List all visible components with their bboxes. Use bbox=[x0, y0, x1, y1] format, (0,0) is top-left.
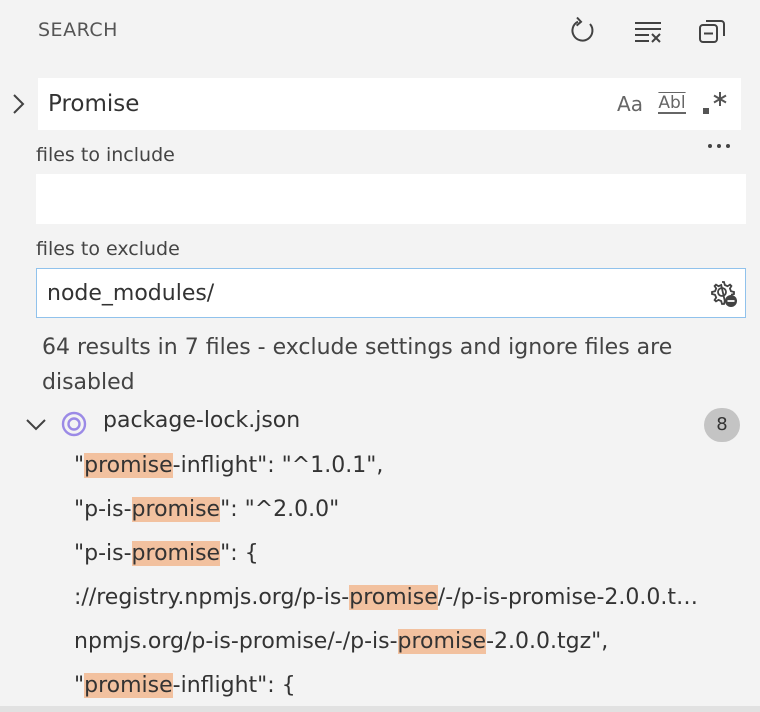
horizontal-scrollbar[interactable] bbox=[0, 706, 760, 712]
match-case-toggle[interactable]: Aa bbox=[615, 90, 645, 118]
match-line[interactable]: "promise-inflight": "^1.0.1", bbox=[74, 444, 754, 488]
match-prefix: " bbox=[74, 453, 85, 478]
exclude-field bbox=[36, 268, 746, 318]
match-line[interactable]: "p-is-promise": { bbox=[74, 532, 754, 576]
match-suffix: /-/p-is-promise-2.0.0.t… bbox=[437, 585, 699, 610]
chevron-down-icon[interactable] bbox=[24, 412, 48, 436]
match-prefix: "p-is- bbox=[74, 541, 132, 566]
match-suffix: -inflight": { bbox=[172, 673, 296, 698]
include-field bbox=[36, 174, 746, 224]
use-exclude-settings-icon[interactable] bbox=[709, 279, 739, 309]
match-suffix: -2.0.0.tgz", bbox=[486, 629, 609, 654]
match-highlight: promise bbox=[131, 541, 221, 566]
match-suffix: ": "^2.0.0" bbox=[220, 497, 340, 522]
match-highlight: promise bbox=[84, 453, 173, 478]
exclude-input[interactable] bbox=[47, 269, 687, 317]
match-prefix: "p-is- bbox=[74, 497, 132, 522]
search-input[interactable] bbox=[48, 78, 608, 130]
refresh-icon[interactable] bbox=[566, 14, 600, 48]
include-label: files to include bbox=[36, 144, 175, 166]
match-line[interactable]: "promise-inflight": { bbox=[74, 664, 754, 708]
search-header: SEARCH bbox=[0, 0, 760, 62]
match-prefix: " bbox=[74, 673, 85, 698]
match-highlight: promise bbox=[349, 585, 438, 610]
match-suffix: ": { bbox=[220, 541, 259, 566]
match-whole-word-label: Abl bbox=[658, 93, 686, 114]
match-count-badge: 8 bbox=[704, 408, 740, 442]
view-title: SEARCH bbox=[38, 19, 118, 41]
use-regex-toggle[interactable] bbox=[698, 88, 732, 120]
match-prefix: npmjs.org/p-is-promise/-/p-is- bbox=[74, 629, 398, 654]
file-name: package-lock.json bbox=[103, 408, 301, 433]
match-line[interactable]: "p-is-promise": "^2.0.0" bbox=[74, 488, 754, 532]
json-file-icon bbox=[60, 410, 88, 438]
file-result-row[interactable]: package-lock.json 8 bbox=[0, 402, 760, 446]
match-highlight: promise bbox=[397, 629, 487, 654]
search-box: Aa Abl bbox=[38, 78, 741, 130]
clear-results-icon[interactable] bbox=[631, 14, 665, 48]
exclude-label: files to exclude bbox=[36, 238, 180, 260]
include-input[interactable] bbox=[47, 175, 687, 223]
match-whole-word-toggle[interactable]: Abl bbox=[655, 90, 689, 118]
match-highlight: promise bbox=[131, 497, 221, 522]
match-line[interactable]: ://registry.npmjs.org/p-is-promise/-/p-i… bbox=[74, 576, 754, 620]
match-suffix: -inflight": "^1.0.1", bbox=[172, 453, 384, 478]
search-view: SEARCH Promise Aa Abl files to include f… bbox=[0, 0, 760, 712]
match-prefix: ://registry.npmjs.org/p-is- bbox=[74, 585, 350, 610]
results-message: 64 results in 7 files - exclude settings… bbox=[42, 335, 673, 395]
match-highlight: promise bbox=[84, 673, 173, 698]
match-line[interactable]: npmjs.org/p-is-promise/-/p-is-promise-2.… bbox=[74, 620, 754, 664]
toggle-replace-chevron-icon[interactable] bbox=[4, 90, 32, 118]
toggle-search-details-icon[interactable] bbox=[702, 132, 736, 160]
collapse-all-icon[interactable] bbox=[695, 14, 729, 48]
